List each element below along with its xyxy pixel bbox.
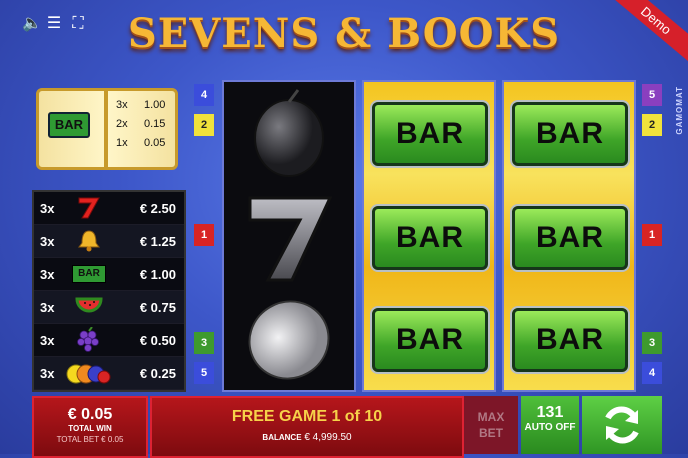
bar-icon: BAR — [64, 265, 114, 283]
bar-symbol: BAR — [512, 206, 628, 270]
paytable-row: 3x € 0.75 — [34, 291, 184, 324]
total-win-value: € 0.05 — [67, 406, 113, 423]
total-win-label: TOTAL WIN — [68, 424, 112, 433]
watermelon-icon — [64, 295, 114, 319]
game-title: SEVENS & BOOKS — [127, 10, 561, 57]
total-bet: TOTAL BET € 0.05 — [56, 435, 124, 444]
refresh-icon — [605, 406, 639, 444]
free-game-counter: FREE GAME 1 of 10 — [231, 408, 383, 425]
paytable: 3x € 2.50 3x € 1.25 3x BAR € 1.00 3x € 0… — [32, 190, 186, 392]
bar-symbol: BAR — [372, 206, 488, 270]
reel-2: BAR BAR BAR — [362, 80, 496, 392]
seven-icon — [64, 196, 114, 220]
total-win-panel: € 0.05 TOTAL WIN TOTAL BET € 0.05 — [32, 396, 148, 458]
book-spine — [104, 88, 108, 170]
book-payout-row: 1x 0.05 — [116, 137, 166, 149]
book-bar-symbol: BAR — [48, 112, 90, 138]
bar-symbol: BAR — [512, 308, 628, 372]
grapes-icon — [64, 327, 114, 353]
bell-icon — [64, 229, 114, 253]
line-marker-right: 4 — [642, 362, 662, 384]
book-symbol-panel: BAR 3x 1.00 2x 0.15 1x 0.05 — [32, 82, 182, 180]
reel-3: BAR BAR BAR — [502, 80, 636, 392]
plum-icon — [254, 89, 324, 177]
auto-count: 131 — [536, 404, 564, 421]
line-marker-left: 2 — [194, 114, 214, 136]
auto-label: AUTO OFF — [524, 422, 576, 433]
line-marker-right: 1 — [642, 224, 662, 246]
balance: BALANCE € 4,999.50 — [152, 432, 462, 443]
book-payouts: 3x 1.00 2x 0.15 1x 0.05 — [116, 96, 165, 153]
line-marker-left: 1 — [194, 224, 214, 246]
paytable-row: 3x € 0.50 — [34, 324, 184, 357]
paytable-row: 3x € 1.25 — [34, 225, 184, 258]
vendor-logo: GAMOMAT — [675, 86, 684, 135]
book-payout-row: 2x 0.15 — [116, 118, 166, 130]
max-bet-button[interactable]: MAX BET — [464, 396, 518, 454]
bar-symbol: BAR — [372, 102, 488, 166]
paytable-row: 3x € 2.50 — [34, 192, 184, 225]
reel-1 — [222, 80, 356, 392]
mixed-fruit-icon — [64, 360, 114, 386]
seven-icon — [248, 196, 333, 282]
line-marker-left: 4 — [194, 84, 214, 106]
line-marker-right: 2 — [642, 114, 662, 136]
line-marker-left: 5 — [194, 362, 214, 384]
paytable-row: 3x € 0.25 — [34, 357, 184, 390]
lemon-icon — [248, 300, 330, 380]
paytable-row: 3x BAR € 1.00 — [34, 258, 184, 291]
balance-value: € 4,999.50 — [304, 432, 352, 443]
free-game-panel: FREE GAME 1 of 10 BALANCE € 4,999.50 — [150, 396, 464, 458]
line-marker-right: 3 — [642, 332, 662, 354]
auto-play-button[interactable]: 131 AUTO OFF — [521, 396, 579, 454]
bar-symbol: BAR — [372, 308, 488, 372]
book-payout-row: 3x 1.00 — [116, 99, 166, 111]
line-marker-right: 5 — [642, 84, 662, 106]
line-marker-left: 3 — [194, 332, 214, 354]
spin-button[interactable] — [582, 396, 662, 454]
bar-symbol: BAR — [512, 102, 628, 166]
balance-label: BALANCE — [262, 433, 302, 442]
